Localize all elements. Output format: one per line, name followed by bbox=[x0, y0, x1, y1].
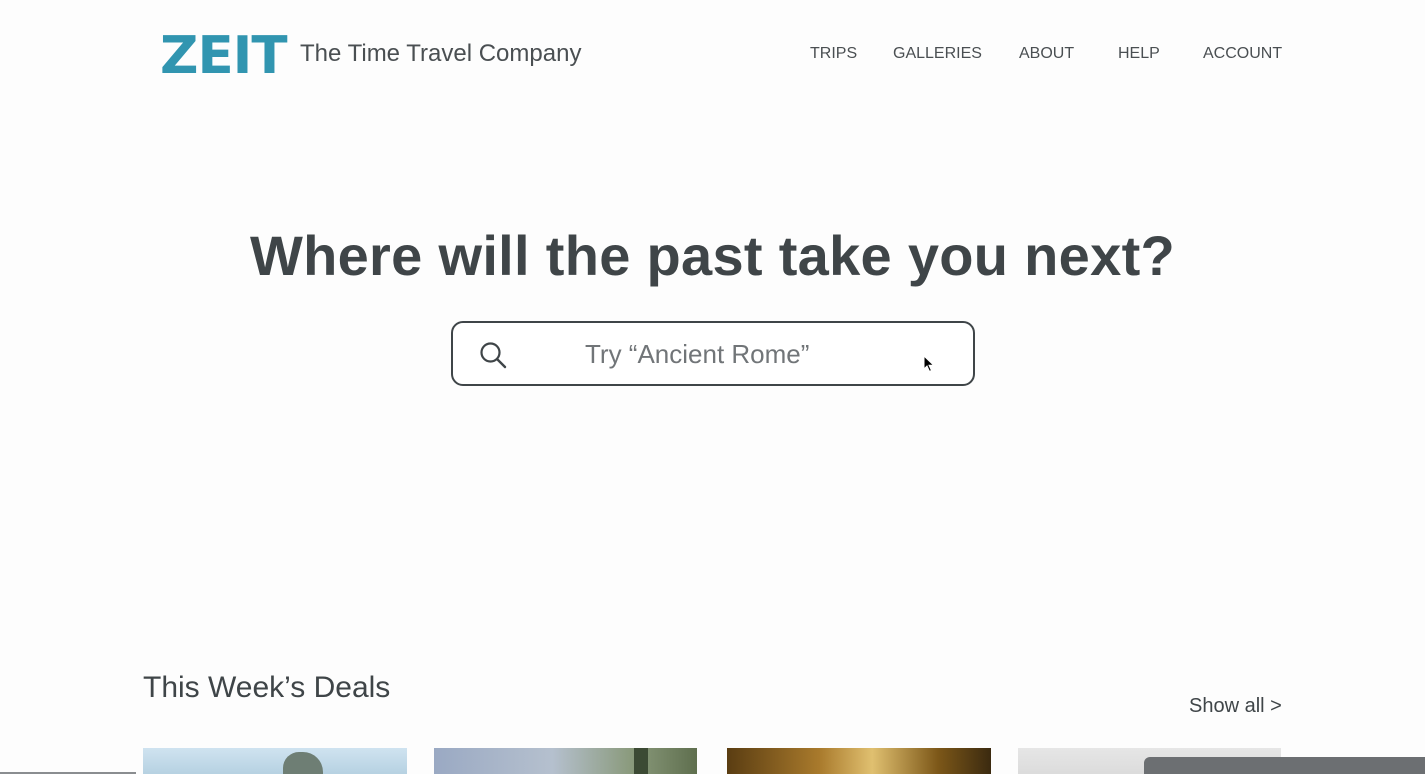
nav-item-help[interactable]: HELP bbox=[1118, 44, 1160, 64]
deal-card[interactable] bbox=[727, 748, 991, 774]
deal-card[interactable] bbox=[434, 748, 697, 774]
page: ZEIT The Time Travel Company TRIPS GALLE… bbox=[0, 0, 1425, 774]
hero-title: Where will the past take you next? bbox=[249, 224, 1176, 287]
search-icon bbox=[479, 341, 507, 369]
search-box[interactable] bbox=[451, 321, 985, 386]
deal-card-image bbox=[283, 752, 323, 774]
mouse-cursor-icon bbox=[923, 354, 935, 373]
show-all-link[interactable]: Show all > bbox=[1189, 693, 1282, 719]
nav-item-account[interactable]: ACCOUNT bbox=[1203, 44, 1282, 64]
deal-card-image bbox=[634, 748, 648, 774]
nav-item-galleries[interactable]: GALLERIES bbox=[893, 44, 982, 64]
deals-section-title: This Week’s Deals bbox=[143, 671, 391, 704]
deal-card[interactable] bbox=[143, 748, 407, 774]
nav-item-trips[interactable]: TRIPS bbox=[810, 44, 857, 64]
search-input[interactable] bbox=[553, 333, 985, 375]
main-nav: TRIPS GALLERIES ABOUT HELP ACCOUNT bbox=[0, 44, 1425, 64]
nav-item-about[interactable]: ABOUT bbox=[1019, 44, 1074, 64]
floating-toolbar[interactable] bbox=[1144, 757, 1425, 774]
